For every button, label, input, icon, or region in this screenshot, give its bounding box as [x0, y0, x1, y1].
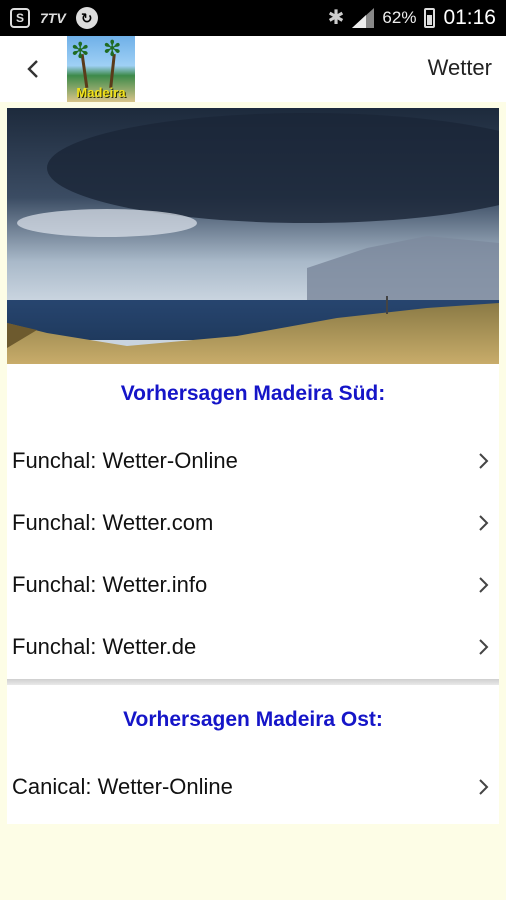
7tv-icon: 7TV [40, 10, 66, 26]
list-item-funchal-wetter-online[interactable]: Funchal: Wetter-Online [7, 431, 499, 491]
content-card: Vorhersagen Madeira Süd: Funchal: Wetter… [7, 108, 499, 824]
logo-text: Madeira [76, 85, 126, 100]
section-title-ost: Vorhersagen Madeira Ost: [123, 708, 383, 731]
status-left-icons: S 7TV ↻ [10, 7, 98, 29]
chevron-left-icon [27, 60, 38, 78]
chevron-right-icon [479, 577, 489, 593]
list-item-label: Canical: Wetter-Online [12, 774, 233, 799]
list-item-label: Funchal: Wetter-Online [12, 448, 238, 473]
list-item-funchal-wetter-info[interactable]: Funchal: Wetter.info [7, 555, 499, 615]
page-title: Wetter [427, 55, 492, 80]
chevron-right-icon [479, 515, 489, 531]
sim-box-icon: S [10, 8, 30, 28]
list-item-label: Funchal: Wetter.info [12, 572, 208, 597]
battery-percent: 62% [382, 7, 417, 27]
list-item-label: Funchal: Wetter.com [12, 510, 214, 535]
back-button[interactable] [18, 54, 48, 84]
battery-icon [424, 7, 436, 28]
bluetooth-icon: ✱ [327, 7, 345, 29]
section-title-sued: Vorhersagen Madeira Süd: [120, 382, 386, 405]
sync-icon: ↻ [75, 7, 98, 29]
list-item-funchal-wetter-de[interactable]: Funchal: Wetter.de [7, 617, 499, 677]
status-bar: S 7TV ↻ ✱ 62% 01:16 [0, 0, 506, 36]
app-logo: ✻ ✻ Madeira [67, 36, 135, 102]
status-right-icons: ✱ 62% 01:16 [328, 5, 496, 30]
section-divider [7, 679, 499, 685]
signal-icon [352, 7, 375, 28]
chevron-right-icon [479, 453, 489, 469]
clock: 01:16 [443, 5, 496, 29]
list-item-canical-wetter-online[interactable]: Canical: Wetter-Online [7, 757, 499, 817]
weather-photo [7, 108, 499, 364]
chevron-right-icon [479, 639, 489, 655]
list-item-funchal-wetter-com[interactable]: Funchal: Wetter.com [7, 493, 499, 553]
chevron-right-icon [479, 779, 489, 795]
list-item-label: Funchal: Wetter.de [12, 634, 197, 659]
app-bar: ✻ ✻ Madeira Wetter [0, 36, 506, 102]
